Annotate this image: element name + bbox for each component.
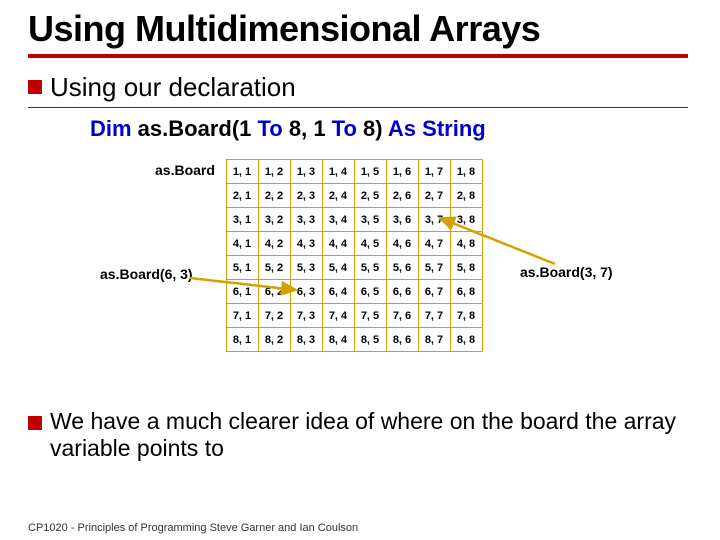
cell-5-8: 5, 8 (450, 255, 483, 280)
footer-text: CP1020 - Principles of Programming Steve… (28, 522, 358, 534)
cell-7-6: 7, 6 (386, 303, 419, 328)
cell-6-7: 6, 7 (418, 279, 451, 304)
array-grid: 1, 11, 21, 31, 41, 51, 61, 71, 8 2, 12, 2… (226, 160, 482, 352)
cell-1-8: 1, 8 (450, 159, 483, 184)
cell-5-4: 5, 4 (322, 255, 355, 280)
as-board-label: as.Board (155, 162, 215, 178)
cell-4-1: 4, 1 (226, 231, 259, 256)
cell-2-7: 2, 7 (418, 183, 451, 208)
kw-dim: Dim (90, 116, 132, 141)
bullet-row-1: Using our declaration (0, 72, 720, 103)
cell-2-3: 2, 3 (290, 183, 323, 208)
cell-1-7: 1, 7 (418, 159, 451, 184)
cell-4-2: 4, 2 (258, 231, 291, 256)
cell-4-4: 4, 4 (322, 231, 355, 256)
cell-8-2: 8, 2 (258, 327, 291, 352)
cell-1-6: 1, 6 (386, 159, 419, 184)
cell-1-2: 1, 2 (258, 159, 291, 184)
cell-2-1: 2, 1 (226, 183, 259, 208)
kw-to-2: To (332, 116, 357, 141)
cell-1-3: 1, 3 (290, 159, 323, 184)
dim-name: as.Board(1 (132, 116, 258, 141)
cell-2-2: 2, 2 (258, 183, 291, 208)
bullet-1-text: Using our declaration (50, 72, 296, 103)
cell-3-3: 3, 3 (290, 207, 323, 232)
cell-6-3: 6, 3 (290, 279, 323, 304)
cell-6-4: 6, 4 (322, 279, 355, 304)
cell-4-6: 4, 6 (386, 231, 419, 256)
cell-7-2: 7, 2 (258, 303, 291, 328)
bullet-icon (28, 80, 42, 94)
cell-3-1: 3, 1 (226, 207, 259, 232)
bullet-icon (28, 416, 42, 430)
cell-7-1: 7, 1 (226, 303, 259, 328)
bullet-row-2: We have a much clearer idea of where on … (0, 408, 720, 463)
cell-5-1: 5, 1 (226, 255, 259, 280)
label-ref-6-3: as.Board(6, 3) (100, 266, 193, 282)
cell-3-4: 3, 4 (322, 207, 355, 232)
bullet-2-text: We have a much clearer idea of where on … (50, 408, 690, 463)
cell-5-7: 5, 7 (418, 255, 451, 280)
kw-to-1: To (258, 116, 283, 141)
bullet-underline (28, 107, 688, 108)
dim-end: 8) (357, 116, 388, 141)
cell-3-6: 3, 6 (386, 207, 419, 232)
cell-2-5: 2, 5 (354, 183, 387, 208)
cell-1-1: 1, 1 (226, 159, 259, 184)
cell-2-6: 2, 6 (386, 183, 419, 208)
cell-7-8: 7, 8 (450, 303, 483, 328)
cell-6-6: 6, 6 (386, 279, 419, 304)
cell-2-4: 2, 4 (322, 183, 355, 208)
cell-5-6: 5, 6 (386, 255, 419, 280)
cell-4-7: 4, 7 (418, 231, 451, 256)
cell-8-6: 8, 6 (386, 327, 419, 352)
cell-5-2: 5, 2 (258, 255, 291, 280)
cell-3-2: 3, 2 (258, 207, 291, 232)
cell-6-2: 6, 2 (258, 279, 291, 304)
cell-6-5: 6, 5 (354, 279, 387, 304)
cell-4-3: 4, 3 (290, 231, 323, 256)
cell-1-5: 1, 5 (354, 159, 387, 184)
label-ref-3-7: as.Board(3, 7) (520, 264, 613, 280)
cell-6-1: 6, 1 (226, 279, 259, 304)
cell-3-5: 3, 5 (354, 207, 387, 232)
title-underline (28, 54, 688, 58)
board-area: as.Board 1, 11, 21, 31, 41, 51, 61, 71, … (0, 156, 720, 406)
cell-8-4: 8, 4 (322, 327, 355, 352)
cell-5-3: 5, 3 (290, 255, 323, 280)
cell-8-7: 8, 7 (418, 327, 451, 352)
cell-6-8: 6, 8 (450, 279, 483, 304)
cell-4-8: 4, 8 (450, 231, 483, 256)
cell-5-5: 5, 5 (354, 255, 387, 280)
cell-7-7: 7, 7 (418, 303, 451, 328)
cell-8-8: 8, 8 (450, 327, 483, 352)
cell-8-5: 8, 5 (354, 327, 387, 352)
cell-7-5: 7, 5 (354, 303, 387, 328)
cell-4-5: 4, 5 (354, 231, 387, 256)
kw-as-string: As String (388, 116, 486, 141)
dim-mid: 8, 1 (283, 116, 332, 141)
cell-3-8: 3, 8 (450, 207, 483, 232)
cell-7-4: 7, 4 (322, 303, 355, 328)
cell-1-4: 1, 4 (322, 159, 355, 184)
dim-declaration: Dim as.Board(1 To 8, 1 To 8) As String (0, 116, 720, 142)
slide-title: Using Multidimensional Arrays (0, 0, 720, 54)
cell-7-3: 7, 3 (290, 303, 323, 328)
cell-2-8: 2, 8 (450, 183, 483, 208)
cell-8-3: 8, 3 (290, 327, 323, 352)
cell-8-1: 8, 1 (226, 327, 259, 352)
cell-3-7: 3, 7 (418, 207, 451, 232)
